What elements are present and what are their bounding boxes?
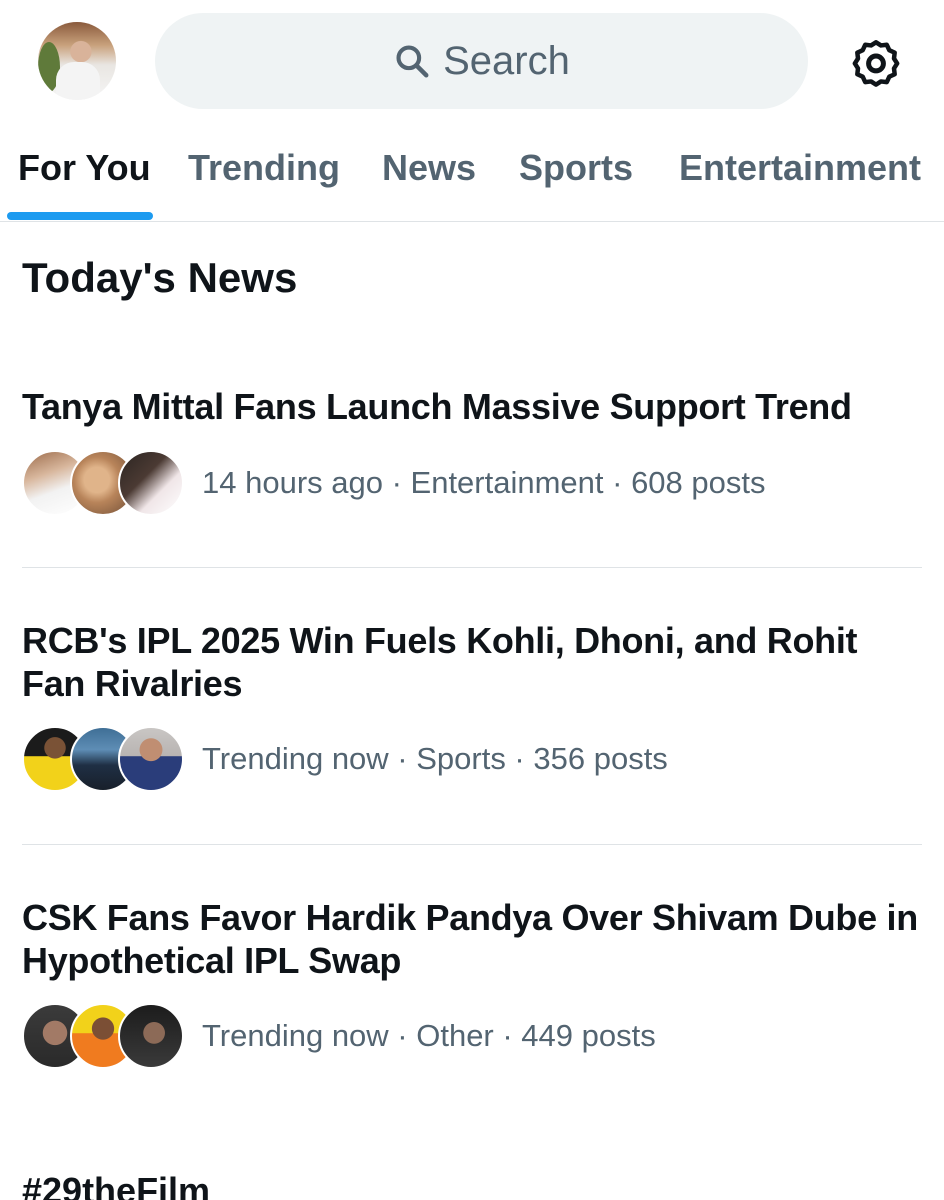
tab-entertainment[interactable]: Entertainment <box>679 147 921 189</box>
top-bar: Search <box>0 0 944 125</box>
story-meta-row: Trending now · Other · 449 posts <box>22 1002 656 1070</box>
news-story[interactable]: Tanya Mittal Fans Launch Massive Support… <box>22 385 922 525</box>
story-title[interactable]: RCB's IPL 2025 Win Fuels Kohli, Dhoni, a… <box>22 619 922 705</box>
avatar <box>118 450 184 516</box>
divider <box>22 567 922 568</box>
story-meta-row: 14 hours ago · Entertainment · 608 posts <box>22 449 766 517</box>
search-placeholder: Search <box>443 38 570 83</box>
divider <box>22 844 922 845</box>
story-title[interactable]: CSK Fans Favor Hardik Pandya Over Shivam… <box>22 896 922 982</box>
news-story[interactable]: CSK Fans Favor Hardik Pandya Over Shivam… <box>22 896 922 1076</box>
story-meta: Trending now · Sports · 356 posts <box>202 741 668 776</box>
story-meta-row: Trending now · Sports · 356 posts <box>22 725 668 793</box>
avatar-stack <box>22 1003 184 1069</box>
avatar <box>118 1003 184 1069</box>
tab-trending[interactable]: Trending <box>188 147 340 189</box>
gear-icon[interactable] <box>849 36 903 90</box>
active-tab-indicator <box>7 212 153 220</box>
tab-news[interactable]: News <box>382 147 476 189</box>
story-title[interactable]: Tanya Mittal Fans Launch Massive Support… <box>22 385 922 428</box>
tab-for-you[interactable]: For You <box>18 147 151 189</box>
story-meta: Trending now · Other · 449 posts <box>202 1018 656 1053</box>
search-bar[interactable]: Search <box>155 13 808 109</box>
section-title: Today's News <box>22 254 298 301</box>
tab-bar: For You Trending News Sports Entertainme… <box>0 125 944 222</box>
avatar-stack <box>22 450 184 516</box>
avatar <box>118 726 184 792</box>
avatar-stack <box>22 726 184 792</box>
news-story[interactable]: RCB's IPL 2025 Win Fuels Kohli, Dhoni, a… <box>22 619 922 799</box>
story-meta: 14 hours ago · Entertainment · 608 posts <box>202 465 766 500</box>
story-title[interactable]: #29theFilm <box>22 1170 210 1200</box>
tab-sports[interactable]: Sports <box>519 147 633 189</box>
search-icon <box>396 45 429 78</box>
profile-avatar[interactable] <box>38 22 116 100</box>
